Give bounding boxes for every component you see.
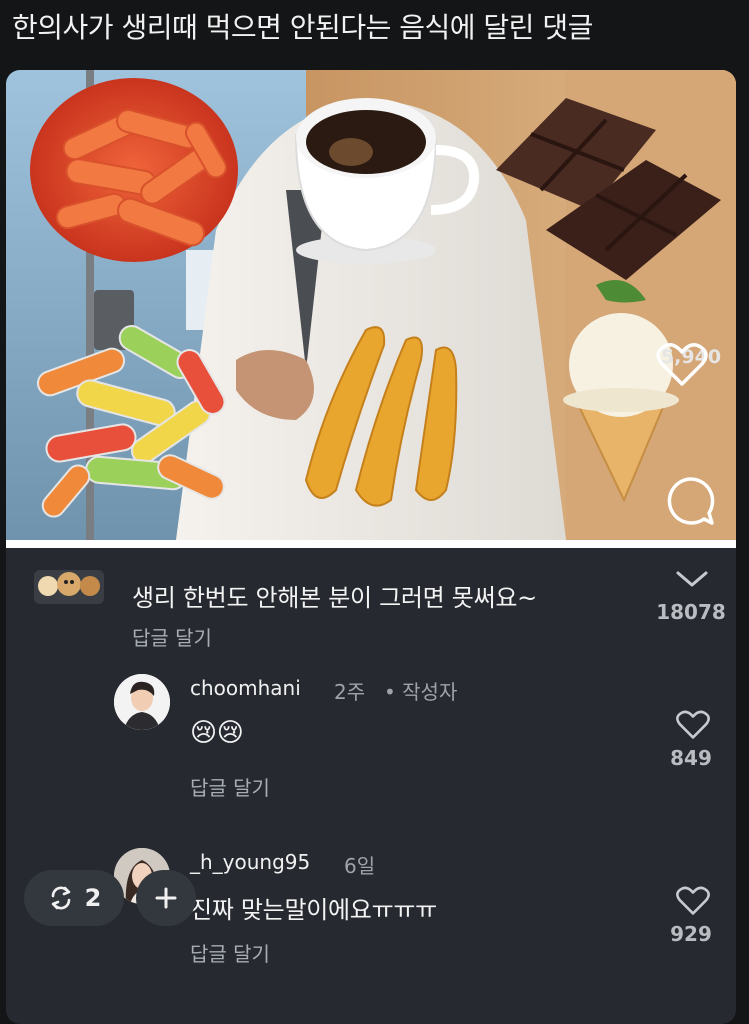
comment-text: 진짜 맞는말이에요ㅠㅠㅠ <box>190 896 437 924</box>
avatar[interactable] <box>114 674 170 730</box>
food-collage-illustration <box>6 70 736 540</box>
post-title: 한의사가 생리때 먹으면 안된다는 음식에 달린 댓글 <box>12 11 593 44</box>
comment-username[interactable]: _h_young95 <box>190 850 310 874</box>
comment-like-count: 929 <box>670 922 712 946</box>
comment-list: 생리 한번도 안해본 분이 그러면 못써요~ 답글 달기 18078 choom… <box>6 548 736 1024</box>
media-like-button[interactable]: 5,940 <box>656 342 726 386</box>
media-divider <box>6 540 736 548</box>
comment-username[interactable]: choomhani <box>190 676 301 700</box>
comment-like-count: 18078 <box>656 600 726 624</box>
reply-button[interactable]: 답글 달기 <box>132 622 212 651</box>
plus-icon <box>155 887 177 909</box>
add-button[interactable] <box>136 870 196 926</box>
comment-like-count: 849 <box>670 746 712 770</box>
repost-count: 2 <box>84 884 102 912</box>
heart-icon <box>676 886 710 915</box>
comment-text: 생리 한번도 안해본 분이 그러면 못써요~ <box>132 584 537 612</box>
heart-icon <box>656 343 708 386</box>
reply-button[interactable]: 답글 달기 <box>190 938 270 967</box>
heart-icon <box>676 710 710 739</box>
repost-icon <box>51 886 70 910</box>
comment-time: 6일 <box>344 854 376 878</box>
avatar[interactable] <box>34 570 104 604</box>
comment-emoji: 😢😢 <box>190 718 244 748</box>
chevron-down-icon <box>676 571 708 587</box>
comment-icon <box>667 477 715 525</box>
author-badge: • 작성자 <box>384 680 458 704</box>
reply-button[interactable]: 답글 달기 <box>190 772 270 801</box>
comment-time: 2주 <box>334 680 366 704</box>
animal-avatar-icon <box>38 572 100 596</box>
comment-like-button[interactable] <box>676 886 710 920</box>
post-image[interactable]: 5,940 <box>6 70 736 540</box>
comment-like-button[interactable] <box>674 568 710 594</box>
repost-button[interactable]: 2 <box>24 870 124 926</box>
user-photo-icon <box>114 674 170 730</box>
comment-like-button[interactable] <box>676 710 710 744</box>
